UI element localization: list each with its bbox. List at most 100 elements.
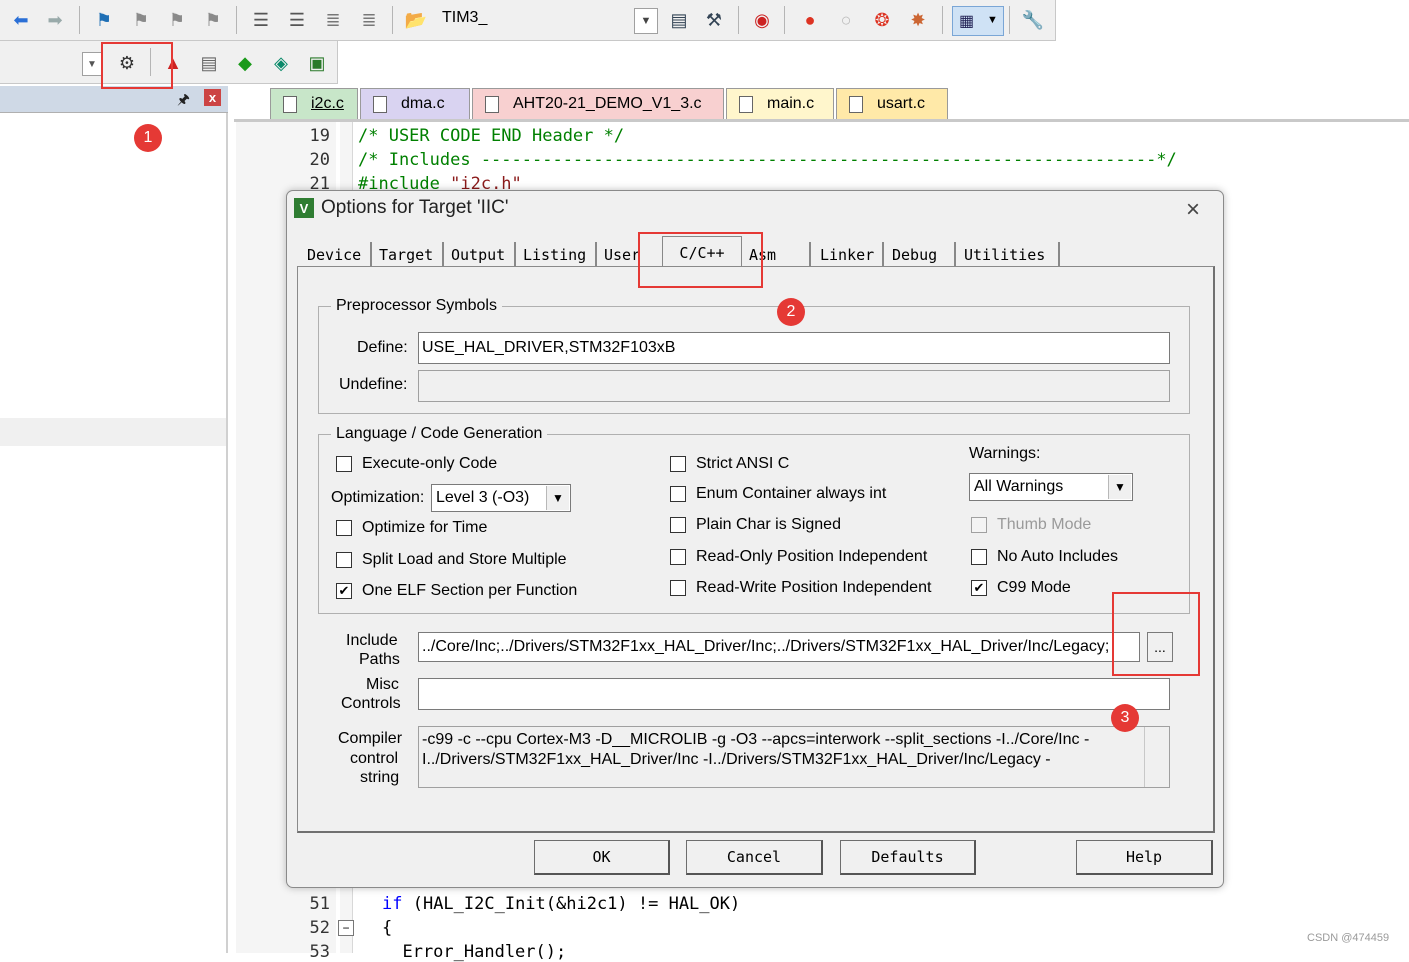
optimization-select[interactable]: Level 3 (-O3) ▼ [431, 484, 571, 512]
manage-project-items-icon[interactable]: ▤ [198, 52, 220, 74]
tab-listing[interactable]: Listing [516, 242, 597, 267]
bookmark-prev-icon[interactable]: ⚑ [130, 9, 152, 31]
comment-icon[interactable]: ≣ [322, 9, 344, 31]
annotation-box-options-icon [101, 42, 173, 89]
pack-installer-icon[interactable]: ◆ [234, 52, 256, 74]
define-label: Define: [357, 339, 408, 356]
toolbar-separator [942, 6, 943, 34]
c99-mode-checkbox[interactable]: ✔ [971, 580, 987, 596]
tab-dma-c[interactable]: dma.c [360, 88, 470, 119]
strict-ansi-checkbox[interactable] [670, 456, 686, 472]
toolbar-separator [79, 6, 80, 34]
annotation-box-browse [1112, 592, 1200, 676]
tab-linker[interactable]: Linker [813, 242, 884, 267]
optimize-time-checkbox[interactable] [336, 520, 352, 536]
split-load-checkbox[interactable] [336, 552, 352, 568]
debug-settings-icon[interactable]: ⚒ [703, 9, 725, 31]
start-debug-icon[interactable]: ◉ [751, 9, 773, 31]
help-button[interactable]: Help [1076, 840, 1213, 875]
tab-user[interactable]: User [597, 242, 644, 267]
window-layout-icon: ▦ [959, 13, 975, 30]
batch-build-icon[interactable]: ▣ [306, 52, 328, 74]
include-paths-input[interactable]: ../Core/Inc;../Drivers/STM32F1xx_HAL_Dri… [418, 632, 1140, 662]
breakpoint-disable-icon[interactable]: ○ [835, 9, 857, 31]
cancel-button[interactable]: Cancel [686, 840, 823, 875]
warnings-select[interactable]: All Warnings ▼ [969, 473, 1133, 501]
tab-utilities[interactable]: Utilities [957, 242, 1060, 267]
code-line[interactable]: if (HAL_I2C_Init(&hi2c1) != HAL_OK) [382, 894, 740, 914]
select-packs-icon[interactable]: ◈ [270, 52, 292, 74]
breakpoint-all-icon[interactable]: ✸ [907, 9, 929, 31]
outdent-icon[interactable]: ☰ [286, 9, 308, 31]
ok-button[interactable]: OK [534, 840, 670, 875]
checkmark-icon: ✔ [973, 580, 985, 595]
tab-usart-c[interactable]: usart.c [836, 88, 948, 119]
tab-debug[interactable]: Debug [885, 242, 956, 267]
compiler-string-label: control [350, 750, 399, 767]
toolbar-separator [1009, 6, 1010, 34]
close-icon[interactable]: × [1186, 196, 1200, 224]
execute-only-checkbox[interactable] [336, 456, 352, 472]
bookmark-flag-icon[interactable]: ⚑ [93, 9, 115, 31]
line-number: 20 [309, 150, 330, 170]
code-line[interactable]: Error_Handler(); [382, 942, 566, 962]
tab-aht20-demo-c[interactable]: AHT20-21_DEMO_V1_3.c [472, 88, 724, 119]
target-dropdown[interactable]: ▼ [634, 8, 658, 34]
find-in-files-icon[interactable]: ▤ [668, 9, 690, 31]
rwpi-checkbox[interactable] [670, 580, 686, 596]
no-auto-includes-checkbox[interactable] [971, 549, 987, 565]
plain-char-label: Plain Char is Signed [696, 516, 841, 533]
bookmark-next-icon[interactable]: ⚑ [166, 9, 188, 31]
misc-controls-label: Misc [366, 676, 399, 693]
tab-output[interactable]: Output [444, 242, 516, 267]
split-load-label: Split Load and Store Multiple [362, 551, 567, 568]
pin-icon[interactable]: 🖈 [177, 89, 190, 113]
target-name[interactable]: TIM3_ [442, 9, 487, 27]
optimize-time-label: Optimize for Time [362, 519, 488, 536]
forward-icon[interactable]: ➡ [44, 9, 66, 31]
strict-ansi-label: Strict ANSI C [696, 455, 790, 472]
scrollbar[interactable] [1144, 727, 1169, 787]
configure-icon[interactable]: 🔧 [1022, 9, 1044, 31]
breakpoint-icon[interactable]: ● [799, 9, 821, 31]
line-number: 52 [309, 918, 330, 938]
misc-controls-input[interactable] [418, 678, 1170, 710]
annotation-badge: 1 [134, 124, 162, 152]
fold-collapse-icon[interactable]: − [338, 920, 354, 936]
chevron-down-icon: ▼ [987, 14, 998, 26]
define-input[interactable]: USE_HAL_DRIVER,STM32F103xB [418, 332, 1170, 364]
ropi-checkbox[interactable] [670, 549, 686, 565]
open-file-icon[interactable]: 📂 [405, 9, 427, 31]
chevron-down-icon: ▼ [1108, 475, 1131, 499]
tab-main-c[interactable]: main.c [726, 88, 834, 119]
thumb-mode-checkbox[interactable] [971, 517, 987, 533]
no-auto-includes-label: No Auto Includes [997, 548, 1118, 565]
file-icon [485, 95, 499, 113]
uncomment-icon[interactable]: ≣ [358, 9, 380, 31]
tab-target[interactable]: Target [372, 242, 444, 267]
dropdown-icon[interactable]: ▼ [82, 52, 102, 76]
window-layout-button[interactable]: ▦ ▼ [952, 6, 1004, 36]
indent-icon[interactable]: ☰ [250, 9, 272, 31]
breakpoint-kill-icon[interactable]: ❂ [871, 9, 893, 31]
undefine-input[interactable] [418, 370, 1170, 402]
code-line[interactable]: /* Includes ----------------------------… [358, 150, 1177, 170]
tab-device[interactable]: Device [300, 242, 372, 267]
warnings-label: Warnings: [969, 445, 1041, 462]
c99-mode-label: C99 Mode [997, 579, 1071, 596]
back-icon[interactable]: ⬅ [10, 9, 32, 31]
file-icon [373, 95, 387, 113]
project-panel [0, 113, 228, 953]
compiler-string-line: I../Drivers/STM32F1xx_HAL_Driver/Inc -I.… [422, 751, 1051, 768]
chevron-down-icon: ▼ [546, 486, 569, 510]
close-panel-button[interactable]: x [204, 89, 221, 106]
code-line[interactable]: /* USER CODE END Header */ [358, 126, 624, 146]
undefine-label: Undefine: [339, 376, 408, 393]
plain-char-checkbox[interactable] [670, 517, 686, 533]
one-elf-checkbox[interactable]: ✔ [336, 583, 352, 599]
tab-i2c-c[interactable]: i2c.c [270, 88, 358, 119]
code-line[interactable]: { [382, 918, 392, 938]
defaults-button[interactable]: Defaults [840, 840, 976, 875]
enum-container-checkbox[interactable] [670, 486, 686, 502]
bookmark-clear-icon[interactable]: ⚑ [202, 9, 224, 31]
